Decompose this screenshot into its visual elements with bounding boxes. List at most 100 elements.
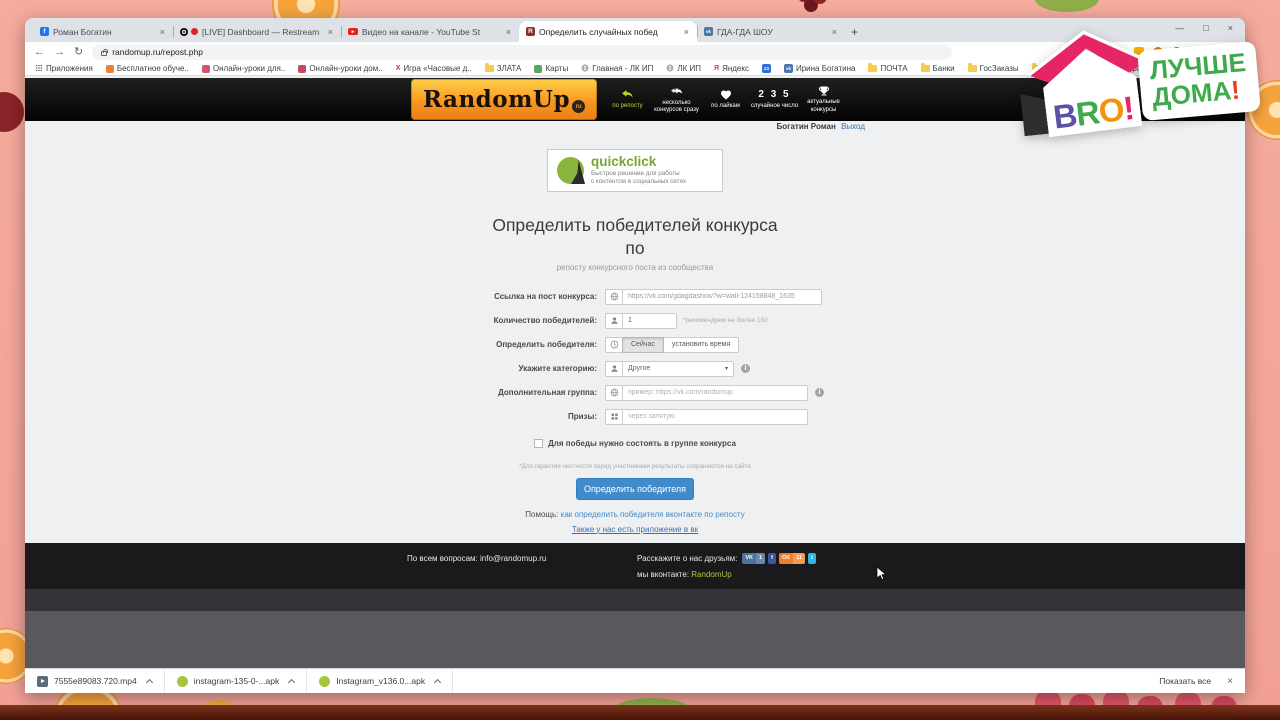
category-select[interactable]: Другое ▾ [622, 360, 734, 377]
share-twitter-button[interactable]: t [808, 552, 816, 564]
nav-item-heart[interactable]: по лайкам [701, 78, 750, 121]
tab-title: Роман Богатин [53, 26, 112, 37]
help-link[interactable]: как определить победителя вконтакте по р… [561, 510, 745, 519]
bookmark-label: Яндекс [722, 64, 749, 73]
time-now-button[interactable]: Сейчас [622, 336, 664, 353]
form-input-4[interactable] [622, 384, 808, 401]
form-input-1[interactable] [622, 312, 677, 329]
nav-item-numbers[interactable]: 2 3 5 случайное число [750, 78, 799, 121]
grid-icon [605, 408, 622, 425]
bookmark-item[interactable]: Приложения [35, 64, 93, 74]
browser-tab[interactable]: vk ГДА-ГДА ШОУ × [697, 21, 845, 42]
square-icon [534, 64, 543, 73]
share-label: Расскажите о нас друзьям: [637, 553, 738, 563]
info-icon[interactable]: i [815, 388, 824, 397]
download-expand-icon[interactable] [434, 678, 442, 687]
browser-tab[interactable]: f Роман Богатин × [33, 21, 173, 42]
share-facebook-button[interactable]: f [768, 552, 776, 564]
download-item[interactable]: instagram-135-0-...apk [165, 669, 308, 693]
downloads-bar: 7555e89083.720.mp4 instagram-135-0-...apk… [25, 668, 1245, 693]
form-hint: *рекомендуем не более 150 [683, 317, 768, 324]
show-all-downloads[interactable]: Показать все [1159, 676, 1211, 686]
share-vk-icon: VK [742, 552, 757, 564]
browser-tab[interactable]: [LIVE] Dashboard — Restream × [173, 21, 341, 42]
tab-close-icon[interactable]: × [327, 27, 334, 37]
tab-title: Определить случайных побед [539, 26, 658, 37]
address-bar[interactable]: randomup.ru/repost.php [92, 44, 953, 60]
url-text: randomup.ru/repost.php [112, 47, 203, 57]
nav-item-reply[interactable]: по репосту [603, 78, 652, 121]
download-item[interactable]: 7555e89083.720.mp4 [25, 669, 165, 693]
nav-item-trophy[interactable]: актуальные конкурсы [799, 78, 848, 121]
fruit-leaf [1035, 0, 1099, 12]
bookmark-item[interactable]: Онлайн-уроки дом.. [298, 64, 383, 73]
form-row: Укажите категорию: Другое ▾ i [25, 360, 1245, 377]
bookmark-label: ЛК ИП [677, 64, 702, 73]
bookmark-item[interactable]: Я Яндекс [714, 64, 749, 73]
set-time-button[interactable]: установить время [663, 336, 740, 353]
folder-icon [484, 63, 494, 72]
share-count: 1 [756, 552, 766, 564]
randomup-logo[interactable]: RandomUp ru [411, 79, 597, 120]
lock-icon [101, 48, 109, 56]
form-input-0[interactable] [622, 288, 822, 305]
contest-form: Ссылка на пост конкурса: Количество побед… [25, 288, 1245, 425]
download-expand-icon[interactable] [145, 678, 153, 687]
determine-winner-button[interactable]: Определить победителя [576, 477, 694, 500]
tab-close-icon[interactable]: × [159, 27, 166, 37]
bookmark-item[interactable]: ЛК ИП [666, 64, 701, 74]
back-icon[interactable]: ← [34, 46, 45, 58]
downloads-close-icon[interactable]: × [1227, 676, 1233, 687]
bookmark-item[interactable]: Банки [920, 63, 955, 73]
page-viewport: RandomUp ru по репосту несколько конкурсо… [25, 76, 1245, 668]
page-bottom-strip [25, 588, 1245, 611]
bookmark-item[interactable]: ЗЛАТА [484, 63, 521, 73]
browser-tab[interactable]: ▸ Видео на канале - YouTube St × [341, 21, 519, 42]
share-vk-button[interactable]: VK 1 [742, 552, 766, 564]
bookmark-item[interactable]: Бесплатное обуче.. [105, 64, 189, 73]
form-row: Определить победителя: Сейчас установить в… [25, 336, 1245, 353]
tab-title: ГДА-ГДА ШОУ [717, 26, 773, 37]
bookmark-label: Бесплатное обуче.. [116, 64, 189, 73]
info-icon[interactable]: i [741, 364, 750, 373]
membership-checkbox[interactable] [534, 439, 544, 448]
bookmark-label: ПОЧТА [880, 64, 908, 73]
download-expand-icon[interactable] [288, 678, 296, 687]
bookmark-item[interactable]: ПОЧТА [868, 63, 908, 73]
tab-close-icon[interactable]: × [683, 27, 690, 37]
bookmark-item[interactable]: 23 [761, 64, 771, 73]
form-group [605, 408, 841, 425]
folder-icon [967, 63, 977, 72]
select-value: Другое [628, 365, 651, 372]
logout-link[interactable]: Выход [841, 122, 865, 131]
tab-close-icon[interactable]: × [505, 27, 512, 37]
bookmark-item[interactable]: Карты [534, 64, 568, 73]
tab-close-icon[interactable]: × [831, 27, 838, 37]
download-item[interactable]: Instagram_v136.0...apk [307, 669, 454, 693]
quickclick-banner[interactable]: quickclick Быстрое решение для работы с … [547, 149, 723, 192]
help-row: Помощь: как определить победителя вконта… [25, 510, 1245, 519]
bookmark-item[interactable]: Главная - ЛК ИП [581, 64, 653, 74]
site-footer: По всем вопросам: info@randomup.ru Расск… [25, 542, 1245, 589]
badge-icon: vk [783, 64, 793, 73]
mouse-cursor [876, 566, 887, 581]
forward-icon[interactable]: → [54, 46, 65, 58]
nav-item-reply2[interactable]: несколько конкурсов сразу [652, 78, 701, 121]
form-row: Призы: [25, 408, 1245, 425]
form-input-5[interactable] [622, 408, 808, 425]
quickclick-logo-icon [557, 157, 585, 184]
vk-app-link[interactable]: Также у нас есть приложение в вк [25, 525, 1245, 534]
reload-icon[interactable]: ↻ [74, 46, 83, 58]
reply2-icon [670, 85, 683, 98]
bookmark-item[interactable]: X Игра «Часовые д.. [396, 64, 472, 73]
bookmark-item[interactable]: vk Ирина Богатина [783, 64, 855, 73]
square-icon [105, 64, 114, 73]
share-odnoklassniki-button[interactable]: OK 11 [778, 552, 806, 564]
nav-item-label: по репосту [612, 103, 643, 110]
bookmark-item[interactable]: ГосЗаказы [967, 63, 1019, 73]
browser-tab[interactable]: R Определить случайных побед × [519, 21, 697, 42]
new-tab-button[interactable]: + [851, 25, 858, 39]
footer-vk-link[interactable]: RandomUp [691, 570, 731, 579]
bro-slogan: ЛУЧШЕ ДОМА! [1137, 40, 1261, 121]
bookmark-item[interactable]: Онлайн-уроки для.. [201, 64, 285, 73]
